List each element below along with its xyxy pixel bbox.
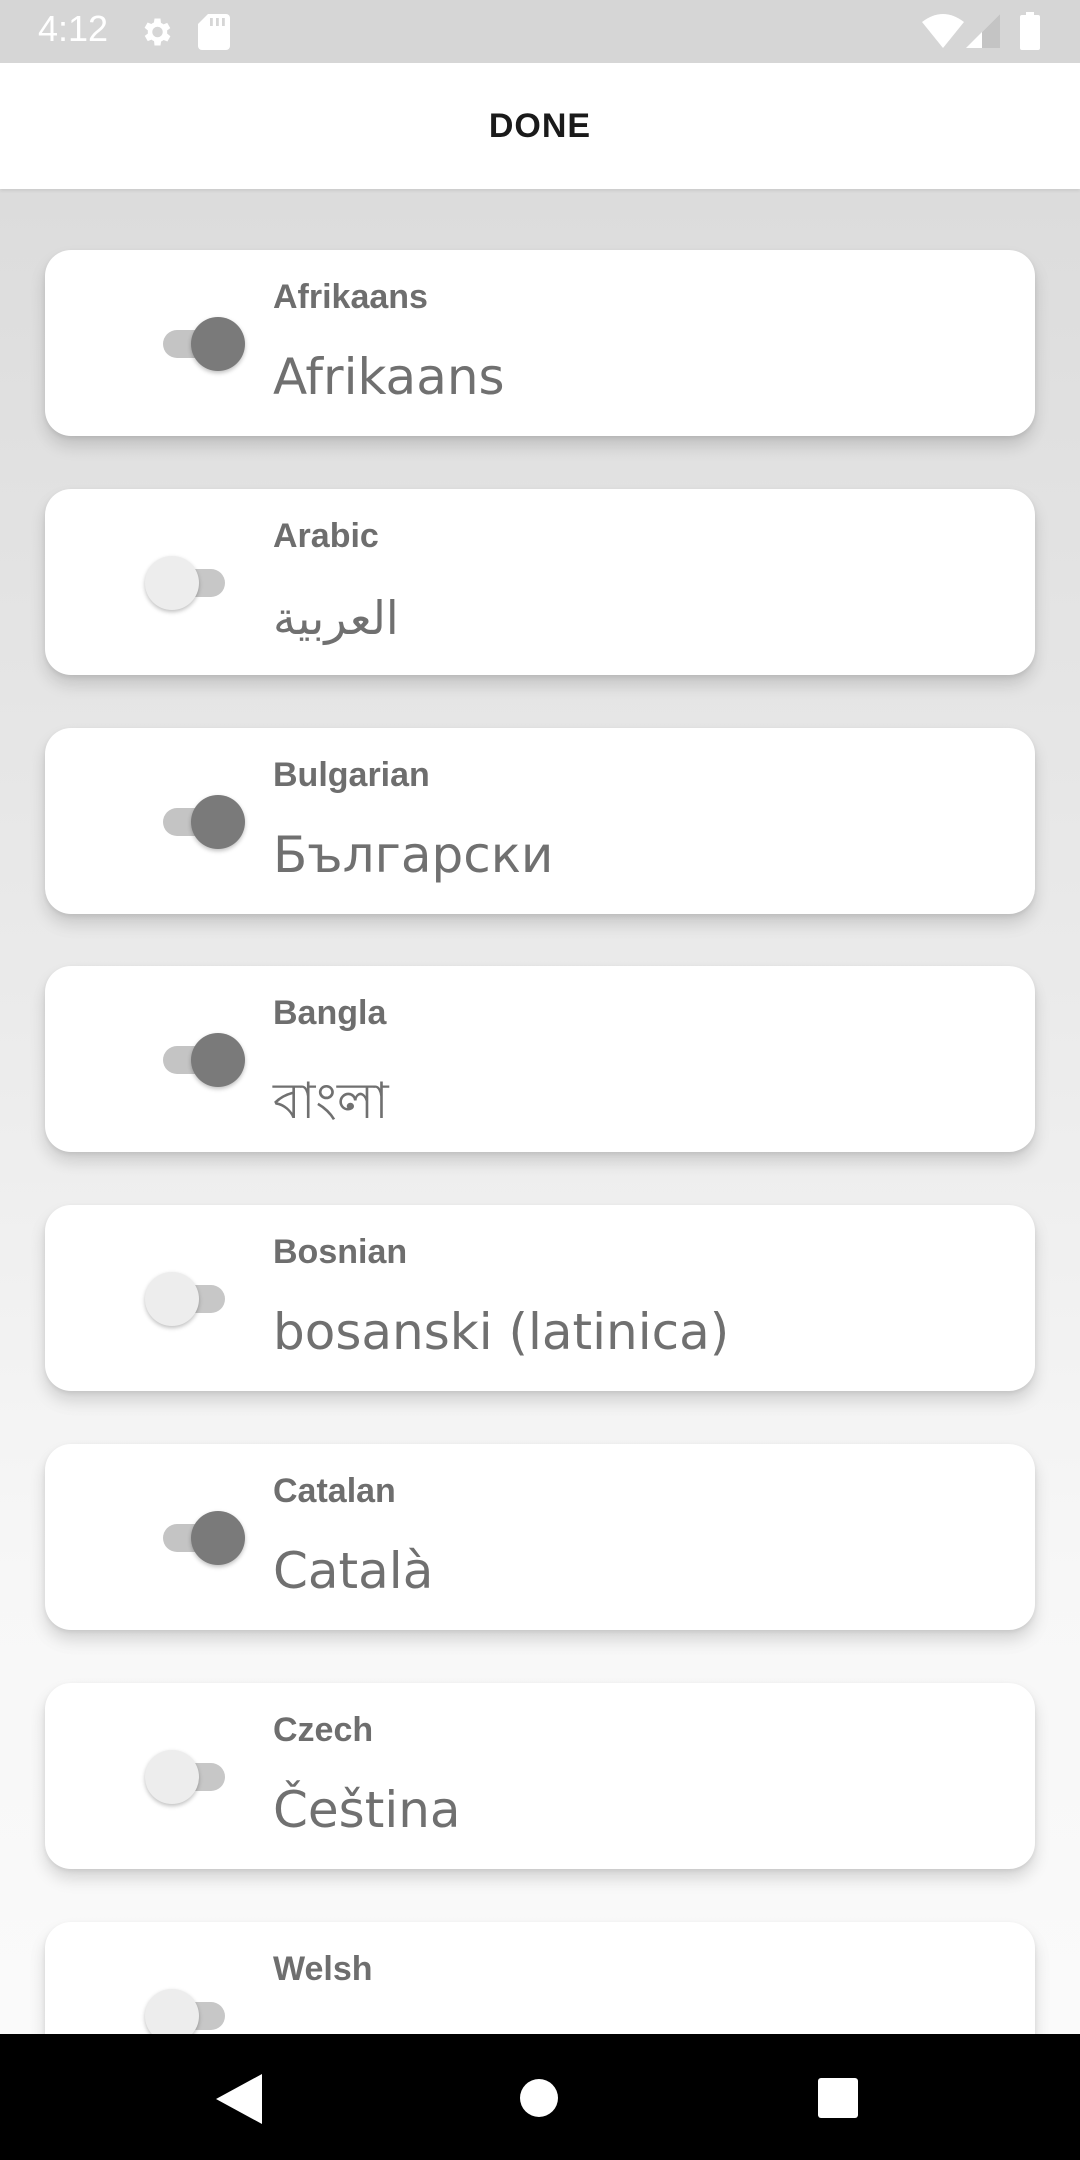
language-english-name: Bangla — [273, 994, 387, 1032]
toggle-knob — [145, 1272, 199, 1326]
language-english-name: Catalan — [273, 1472, 396, 1510]
language-toggle[interactable] — [145, 553, 245, 611]
language-native-name: Afrikaans — [273, 348, 505, 406]
wifi-icon — [922, 14, 964, 48]
language-native-name: العربية — [273, 591, 399, 645]
language-english-name: Bosnian — [273, 1233, 408, 1271]
toggle-knob — [191, 795, 245, 849]
toggle-knob — [191, 1033, 245, 1087]
language-card-bulgarian[interactable]: Bulgarian Български — [45, 728, 1035, 914]
signal-icon — [966, 14, 1000, 48]
toggle-knob — [191, 317, 245, 371]
language-toggle[interactable] — [145, 1269, 245, 1327]
recents-icon[interactable] — [818, 2078, 858, 2118]
language-toggle[interactable] — [145, 314, 245, 372]
language-native-name: Български — [273, 826, 554, 884]
language-english-name: Afrikaans — [273, 278, 428, 316]
toggle-knob — [191, 1511, 245, 1565]
toggle-knob — [145, 556, 199, 610]
language-card-welsh[interactable]: Welsh — [45, 1922, 1035, 2034]
language-list[interactable]: Afrikaans Afrikaans Arabic العربية Bulga… — [0, 189, 1080, 2034]
toggle-knob — [145, 1989, 199, 2034]
back-icon[interactable] — [216, 2074, 262, 2124]
status-time: 4:12 — [38, 8, 109, 49]
language-toggle[interactable] — [145, 792, 245, 850]
battery-icon — [1020, 12, 1040, 50]
gear-icon — [138, 14, 174, 50]
header: DONE — [0, 63, 1080, 189]
language-native-name: বাংলা — [273, 1072, 389, 1130]
sd-card-icon — [198, 14, 230, 50]
language-english-name: Bulgarian — [273, 756, 430, 794]
language-toggle[interactable] — [145, 1030, 245, 1088]
language-native-name: Català — [273, 1542, 434, 1600]
language-english-name: Czech — [273, 1711, 374, 1749]
language-toggle[interactable] — [145, 1508, 245, 1566]
toggle-knob — [145, 1750, 199, 1804]
language-native-name: bosanski (latinica) — [273, 1303, 730, 1361]
done-button[interactable]: DONE — [449, 87, 631, 166]
home-icon[interactable] — [519, 2078, 559, 2118]
language-english-name: Welsh — [273, 1950, 373, 1988]
navigation-bar — [0, 2034, 1080, 2160]
language-card-arabic[interactable]: Arabic العربية — [45, 489, 1035, 675]
language-toggle[interactable] — [145, 1747, 245, 1805]
status-bar: 4:12 — [0, 0, 1080, 63]
language-card-bangla[interactable]: Bangla বাংলা — [45, 966, 1035, 1152]
language-toggle[interactable] — [145, 1986, 245, 2034]
language-native-name: Čeština — [273, 1781, 461, 1839]
language-card-czech[interactable]: Czech Čeština — [45, 1683, 1035, 1869]
language-card-afrikaans[interactable]: Afrikaans Afrikaans — [45, 250, 1035, 436]
language-card-bosnian[interactable]: Bosnian bosanski (latinica) — [45, 1205, 1035, 1391]
language-english-name: Arabic — [273, 517, 379, 555]
language-card-catalan[interactable]: Catalan Català — [45, 1444, 1035, 1630]
